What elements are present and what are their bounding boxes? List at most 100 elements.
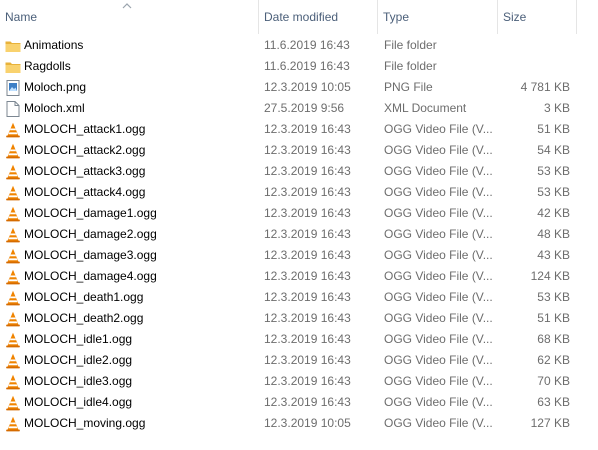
file-row[interactable]: MOLOCH_attack1.ogg 12.3.2019 16:43 OGG Vid… — [0, 119, 598, 140]
folder-icon — [5, 56, 21, 77]
file-date-modified: 12.3.2019 16:43 — [264, 353, 351, 367]
column-divider[interactable] — [576, 0, 577, 34]
file-date-modified: 12.3.2019 16:43 — [264, 122, 351, 136]
column-header-size[interactable]: Size — [498, 0, 576, 34]
file-type: OGG Video File (V... — [384, 395, 493, 409]
file-date-modified: 12.3.2019 16:43 — [264, 395, 351, 409]
file-date-modified: 12.3.2019 16:43 — [264, 374, 351, 388]
file-name: Ragdolls — [24, 59, 71, 73]
file-type: OGG Video File (V... — [384, 227, 493, 241]
file-type: OGG Video File (V... — [384, 374, 493, 388]
vlc-cone-icon — [5, 308, 21, 329]
file-name: MOLOCH_idle1.ogg — [24, 332, 133, 346]
file-name: MOLOCH_damage4.ogg — [24, 269, 157, 283]
file-date-modified: 27.5.2019 9:56 — [264, 101, 345, 115]
file-name: MOLOCH_idle2.ogg — [24, 353, 133, 367]
file-row[interactable]: MOLOCH_idle2.ogg 12.3.2019 16:43 OGG Video… — [0, 350, 598, 371]
file-name: MOLOCH_damage2.ogg — [24, 227, 157, 241]
file-type: OGG Video File (V... — [384, 290, 493, 304]
file-size: 53 KB — [537, 290, 570, 304]
vlc-cone-icon — [5, 119, 21, 140]
file-date-modified: 12.3.2019 16:43 — [264, 311, 351, 325]
file-date-modified: 12.3.2019 16:43 — [264, 143, 351, 157]
file-name: Moloch.png — [24, 80, 87, 94]
file-date-modified: 12.3.2019 16:43 — [264, 206, 351, 220]
file-row[interactable]: Moloch.png 12.3.2019 10:05 PNG File 4 781 K… — [0, 77, 598, 98]
file-name: MOLOCH_idle4.ogg — [24, 395, 133, 409]
vlc-cone-icon — [5, 203, 21, 224]
file-type: OGG Video File (V... — [384, 248, 493, 262]
file-type: File folder — [384, 59, 437, 73]
folder-icon — [5, 35, 21, 56]
file-date-modified: 12.3.2019 16:43 — [264, 332, 351, 346]
file-name: MOLOCH_attack3.ogg — [24, 164, 146, 178]
file-date-modified: 12.3.2019 16:43 — [264, 185, 351, 199]
file-row[interactable]: MOLOCH_attack2.ogg 12.3.2019 16:43 OGG Vid… — [0, 140, 598, 161]
file-date-modified: 12.3.2019 16:43 — [264, 290, 351, 304]
file-type: OGG Video File (V... — [384, 353, 493, 367]
file-type: OGG Video File (V... — [384, 143, 493, 157]
file-row[interactable]: Moloch.xml 27.5.2019 9:56 XML Document 3 KB — [0, 98, 598, 119]
file-size: 124 KB — [530, 269, 570, 283]
file-row[interactable]: Animations 11.6.2019 16:43 File folder — [0, 35, 598, 56]
file-date-modified: 12.3.2019 16:43 — [264, 227, 351, 241]
file-name: MOLOCH_idle3.ogg — [24, 374, 133, 388]
file-type: OGG Video File (V... — [384, 269, 493, 283]
file-type: OGG Video File (V... — [384, 206, 493, 220]
file-row[interactable]: MOLOCH_damage2.ogg 12.3.2019 16:43 OGG Vid… — [0, 224, 598, 245]
file-type: OGG Video File (V... — [384, 311, 493, 325]
file-size: 43 KB — [537, 248, 570, 262]
file-name: Moloch.xml — [24, 101, 85, 115]
file-date-modified: 12.3.2019 10:05 — [264, 80, 351, 94]
vlc-cone-icon — [5, 329, 21, 350]
file-row[interactable]: MOLOCH_attack4.ogg 12.3.2019 16:43 OGG Vid… — [0, 182, 598, 203]
file-row[interactable]: MOLOCH_attack3.ogg 12.3.2019 16:43 OGG Vid… — [0, 161, 598, 182]
file-size: 62 KB — [537, 353, 570, 367]
column-header-date-modified[interactable]: Date modified — [259, 0, 377, 34]
file-date-modified: 11.6.2019 16:43 — [264, 38, 350, 52]
file-row[interactable]: MOLOCH_damage1.ogg 12.3.2019 16:43 OGG Vid… — [0, 203, 598, 224]
file-size: 42 KB — [537, 206, 570, 220]
file-date-modified: 11.6.2019 16:43 — [264, 59, 350, 73]
column-header-date-label: Date modified — [264, 10, 339, 24]
file-name: Animations — [24, 38, 84, 52]
file-size: 127 KB — [530, 416, 570, 430]
file-name: MOLOCH_death2.ogg — [24, 311, 144, 325]
vlc-cone-icon — [5, 350, 21, 371]
column-header-name-label: Name — [5, 10, 38, 24]
file-date-modified: 12.3.2019 16:43 — [264, 269, 351, 283]
file-row[interactable]: MOLOCH_damage4.ogg 12.3.2019 16:43 OGG Vid… — [0, 266, 598, 287]
file-row[interactable]: MOLOCH_idle4.ogg 12.3.2019 16:43 OGG Video… — [0, 392, 598, 413]
file-type: OGG Video File (V... — [384, 185, 493, 199]
file-row[interactable]: MOLOCH_damage3.ogg 12.3.2019 16:43 OGG Vid… — [0, 245, 598, 266]
vlc-cone-icon — [5, 182, 21, 203]
file-date-modified: 12.3.2019 16:43 — [264, 248, 351, 262]
file-size — [498, 56, 570, 77]
column-header-bar: Name Date modified Type Size — [0, 0, 598, 34]
file-size: 70 KB — [537, 374, 570, 388]
file-list: Animations 11.6.2019 16:43 File folder Ragd… — [0, 35, 598, 434]
vlc-cone-icon — [5, 392, 21, 413]
file-type: OGG Video File (V... — [384, 164, 493, 178]
file-size: 63 KB — [537, 395, 570, 409]
vlc-cone-icon — [5, 266, 21, 287]
column-header-type-label: Type — [383, 10, 410, 24]
file-row[interactable]: MOLOCH_idle3.ogg 12.3.2019 16:43 OGG Video… — [0, 371, 598, 392]
file-row[interactable]: Ragdolls 11.6.2019 16:43 File folder — [0, 56, 598, 77]
file-row[interactable]: MOLOCH_death1.ogg 12.3.2019 16:43 OGG Vide… — [0, 287, 598, 308]
file-row[interactable]: MOLOCH_death2.ogg 12.3.2019 16:43 OGG Vide… — [0, 308, 598, 329]
file-type: XML Document — [384, 101, 467, 115]
vlc-cone-icon — [5, 224, 21, 245]
file-size: 68 KB — [537, 332, 570, 346]
xml-file-icon — [5, 98, 21, 119]
file-size: 4 781 KB — [520, 80, 570, 94]
column-header-type[interactable]: Type — [378, 0, 497, 34]
vlc-cone-icon — [5, 287, 21, 308]
file-row[interactable]: MOLOCH_moving.ogg 12.3.2019 10:05 OGG Vide… — [0, 413, 598, 434]
vlc-cone-icon — [5, 161, 21, 182]
file-type: OGG Video File (V... — [384, 332, 493, 346]
file-date-modified: 12.3.2019 16:43 — [264, 164, 351, 178]
file-name: MOLOCH_damage3.ogg — [24, 248, 157, 262]
file-row[interactable]: MOLOCH_idle1.ogg 12.3.2019 16:43 OGG Video… — [0, 329, 598, 350]
file-name: MOLOCH_death1.ogg — [24, 290, 144, 304]
